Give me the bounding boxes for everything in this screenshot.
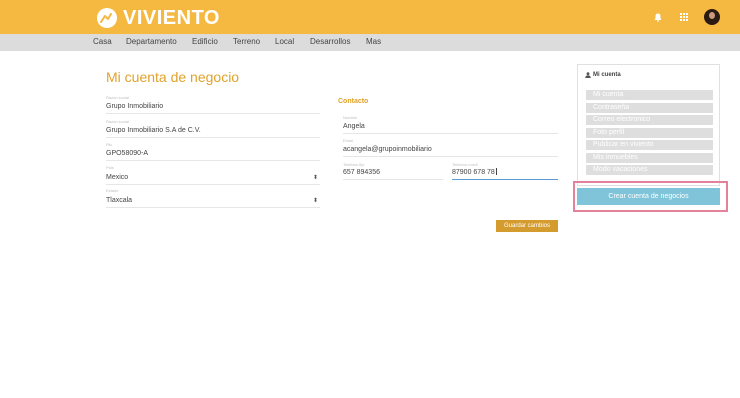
field-value: GPO58090-A: [106, 150, 149, 157]
field-value: Mexico: [106, 174, 129, 181]
rfc-field[interactable]: Rfc GPO58090-A: [106, 142, 320, 161]
text-cursor: [495, 168, 497, 175]
sidebar-item-correo[interactable]: Correo electronico: [586, 115, 713, 125]
sidebar-item-mi-cuenta[interactable]: Mi cuenta: [586, 90, 713, 100]
select-arrows-icon: ⬍: [312, 175, 318, 181]
field-label: Telefono fijo: [343, 162, 365, 167]
country-select[interactable]: Pais Mexico ⬍: [106, 165, 320, 185]
account-sidebar: Mi cuenta Mi cuenta Contraseña Correo el…: [577, 64, 720, 186]
field-value: Grupo Inmobiliario: [106, 103, 164, 110]
contact-name-field[interactable]: Nombre Angela: [343, 115, 558, 134]
contact-section-title: Contacto: [338, 98, 369, 105]
category-nav: Casa Departamento Edificio Terreno Local…: [0, 34, 740, 51]
nav-item-local[interactable]: Local: [275, 37, 294, 46]
field-label: Razon social: [106, 119, 129, 124]
field-label: Rfc: [106, 142, 112, 147]
nav-item-edificio[interactable]: Edificio: [192, 37, 218, 46]
save-changes-button[interactable]: Guardar cambios: [496, 220, 558, 232]
sidebar-item-modo-vacaciones[interactable]: Modo vacaciones: [586, 165, 713, 175]
sidebar-menu: Mi cuenta Contraseña Correo electronico …: [586, 90, 713, 178]
bell-icon[interactable]: [650, 9, 666, 25]
field-value: Tlaxcala: [106, 197, 133, 204]
phone-field[interactable]: Telefono fijo 657 894356: [343, 162, 443, 180]
user-icon: [585, 72, 591, 78]
nav-item-departamento[interactable]: Departamento: [126, 37, 177, 46]
nav-item-terreno[interactable]: Terreno: [233, 37, 260, 46]
page-title: Mi cuenta de negocio: [106, 69, 240, 85]
create-business-account-button[interactable]: Crear cuenta de negocios: [577, 188, 720, 205]
sidebar-item-foto-perfil[interactable]: Foto perfil: [586, 127, 713, 138]
state-select[interactable]: Estado Tlaxcala ⬍: [106, 188, 320, 208]
legal-name-field[interactable]: Razon social Grupo Inmobiliario S.A de C…: [106, 119, 320, 138]
field-value: acangela@grupoinmobiliario: [343, 146, 432, 153]
field-label: Email: [343, 138, 354, 143]
grid-icon[interactable]: [676, 9, 692, 25]
field-value: 657 894356: [343, 169, 380, 176]
nav-item-mas[interactable]: Mas: [366, 37, 381, 46]
field-label: Nombre: [343, 115, 358, 120]
field-value: Grupo Inmobiliario S.A de C.V.: [106, 127, 201, 134]
select-arrows-icon: ⬍: [312, 198, 318, 204]
avatar[interactable]: [704, 9, 720, 25]
logo-mark-icon: [97, 8, 117, 28]
sidebar-title-text: Mi cuenta: [593, 72, 621, 78]
sidebar-item-mis-inmuebles[interactable]: Mis inmuebles: [586, 152, 713, 163]
field-label: Razon social: [106, 95, 129, 100]
field-label: Pais: [106, 165, 114, 170]
nav-item-desarrollos[interactable]: Desarrollos: [310, 37, 350, 46]
field-value: 87900 678 78: [452, 168, 497, 176]
sidebar-title: Mi cuenta: [585, 72, 621, 78]
contact-email-field[interactable]: Email acangela@grupoinmobiliario: [343, 138, 558, 157]
brand-name: VIVIENTO: [123, 7, 220, 29]
sidebar-item-contrasena[interactable]: Contraseña: [586, 102, 713, 113]
top-bar: VIVIENTO: [0, 0, 740, 34]
mobile-value: 87900 678 78: [452, 169, 495, 176]
field-label: Estado: [106, 188, 119, 193]
business-name-field[interactable]: Razon social Grupo Inmobiliario: [106, 95, 320, 114]
mobile-phone-field[interactable]: Telefono movil 87900 678 78: [452, 162, 558, 180]
field-value: Angela: [343, 123, 365, 130]
sidebar-item-publicar[interactable]: Publicar en viviento: [586, 140, 713, 150]
nav-item-casa[interactable]: Casa: [93, 37, 112, 46]
field-label: Telefono movil: [452, 162, 478, 167]
logo[interactable]: VIVIENTO: [97, 7, 220, 29]
